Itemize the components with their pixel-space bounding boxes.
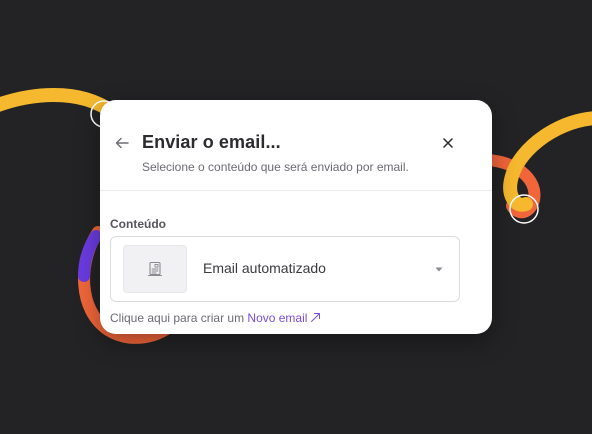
caret-down-icon (435, 265, 443, 273)
app-stage: Enviar o email... Selecione o conteúdo q… (0, 0, 592, 434)
send-email-modal: Enviar o email... Selecione o conteúdo q… (100, 100, 492, 334)
modal-subtitle: Selecione o conteúdo que será enviado po… (142, 160, 409, 174)
purple-ribbon-left (78, 230, 102, 282)
email-template-icon (147, 261, 163, 277)
helper-text: Clique aqui para criar um (110, 311, 248, 325)
modal-title: Enviar o email... (142, 132, 281, 152)
yellow-ribbon-right (503, 111, 592, 212)
external-link-icon (311, 313, 321, 322)
content-field-label: Conteúdo (110, 217, 166, 231)
email-template-thumbnail (123, 245, 187, 293)
close-icon (443, 138, 453, 148)
new-email-link[interactable]: Novo email (247, 311, 321, 325)
modal-header: Enviar o email... Selecione o conteúdo q… (100, 100, 492, 191)
content-select[interactable]: Email automatizado (110, 236, 460, 302)
content-select-value: Email automatizado (203, 260, 326, 276)
back-button[interactable] (112, 133, 132, 153)
create-email-helper: Clique aqui para criar um Novo email (110, 311, 321, 325)
arrow-left-icon (115, 137, 129, 149)
new-email-link-label: Novo email (247, 311, 308, 325)
close-button[interactable] (438, 133, 458, 153)
